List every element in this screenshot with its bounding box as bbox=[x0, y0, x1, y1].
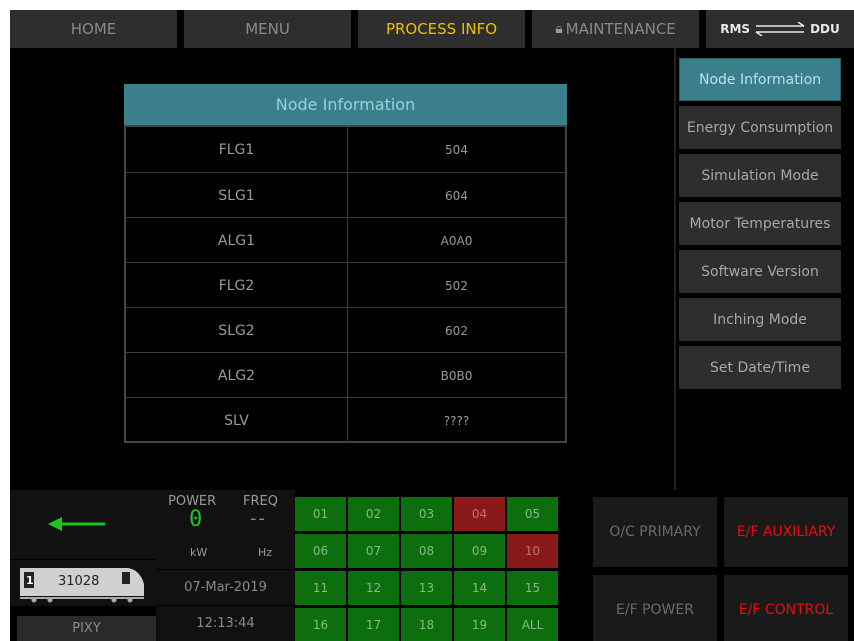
direction-panel bbox=[10, 490, 156, 559]
ddu-screen: HOME MENU PROCESS INFO 🔒︎ MAINTENANCE RM… bbox=[10, 10, 854, 641]
nav-process-info-label: PROCESS INFO bbox=[385, 20, 498, 38]
node-info-table: FLG1 504 SLG1 604 ALG1 A0A0 FLG2 502 SLG2 602 ALG2… bbox=[124, 125, 567, 443]
exchange-arrows-icon bbox=[755, 22, 805, 36]
node-name: FLG1 bbox=[126, 127, 348, 173]
freq-value: -- bbox=[250, 508, 267, 529]
side-menu-item-node-information[interactable]: Node Information bbox=[679, 58, 841, 101]
vehicle-cell-09[interactable]: 09 bbox=[454, 534, 505, 568]
date-value: 07-Mar-2019 bbox=[184, 580, 267, 595]
node-value: B0B0 bbox=[440, 368, 473, 383]
table-row: SLG1 604 bbox=[126, 172, 565, 218]
vehicle-cell-15[interactable]: 15 bbox=[507, 571, 558, 605]
freq-unit: Hz bbox=[258, 546, 273, 559]
time-value: 12:13:44 bbox=[196, 616, 255, 631]
nav-menu-button[interactable]: MENU bbox=[184, 10, 351, 48]
pixy-label: PIXY bbox=[72, 621, 101, 636]
arrow-left-icon bbox=[48, 517, 105, 531]
vehicle-cell-03[interactable]: 03 bbox=[401, 497, 452, 531]
table-row: ALG1 A0A0 bbox=[126, 217, 565, 263]
vehicle-cell-16[interactable]: 16 bbox=[295, 608, 346, 641]
vehicle-cell-11[interactable]: 11 bbox=[295, 571, 346, 605]
table-row: SLG2 602 bbox=[126, 307, 565, 353]
node-name: SLG1 bbox=[126, 173, 348, 218]
vehicle-cell-13[interactable]: 13 bbox=[401, 571, 452, 605]
table-row: FLG1 504 bbox=[126, 127, 565, 173]
vehicle-cell-18[interactable]: 18 bbox=[401, 608, 452, 641]
ef-control-status: E/F CONTROL bbox=[724, 575, 848, 641]
vehicle-cell-01[interactable]: 01 bbox=[295, 497, 346, 531]
vehicle-cell-12[interactable]: 12 bbox=[348, 571, 399, 605]
vehicle-cell-17[interactable]: 17 bbox=[348, 608, 399, 641]
vehicle-cell-14[interactable]: 14 bbox=[454, 571, 505, 605]
vehicle-grid: 01 02 03 04 05 06 07 08 09 10 11 12 13 14 15 16 17 18 19 AL… bbox=[295, 497, 560, 641]
nav-menu-label: MENU bbox=[245, 20, 290, 38]
vehicle-cell-06[interactable]: 06 bbox=[295, 534, 346, 568]
node-name: ALG2 bbox=[126, 353, 348, 398]
nav-home-label: HOME bbox=[70, 20, 117, 38]
vehicle-cell-08[interactable]: 08 bbox=[401, 534, 452, 568]
ddu-label: DDU bbox=[810, 22, 840, 36]
node-value: 502 bbox=[445, 278, 468, 293]
ef-power-status: E/F POWER bbox=[593, 575, 717, 641]
freq-label: FREQ bbox=[243, 494, 278, 509]
node-table-title: Node Information bbox=[124, 84, 567, 125]
side-menu-item-software-version[interactable]: Software Version bbox=[679, 250, 841, 293]
vehicle-cell-19[interactable]: 19 bbox=[454, 608, 505, 641]
node-value: A0A0 bbox=[440, 233, 473, 248]
side-divider bbox=[674, 48, 676, 490]
power-unit: kW bbox=[190, 546, 208, 559]
lock-icon: 🔒︎ bbox=[555, 21, 563, 37]
side-menu-item-motor-temperatures[interactable]: Motor Temperatures bbox=[679, 202, 841, 245]
power-value: 0 bbox=[189, 507, 203, 532]
nav-maintenance-label: MAINTENANCE bbox=[565, 20, 676, 38]
nav-home-button[interactable]: HOME bbox=[10, 10, 177, 48]
oc-primary-status: O/C PRIMARY bbox=[593, 497, 717, 567]
node-name: ALG1 bbox=[126, 218, 348, 263]
table-row: FLG2 502 bbox=[126, 262, 565, 308]
date-panel: 07-Mar-2019 bbox=[156, 570, 295, 605]
ef-auxiliary-status: E/F AUXILIARY bbox=[724, 497, 848, 567]
vehicle-cell-all[interactable]: ALL bbox=[507, 608, 558, 641]
side-menu-item-set-date-time[interactable]: Set Date/Time bbox=[679, 346, 841, 389]
side-menu-item-simulation-mode[interactable]: Simulation Mode bbox=[679, 154, 841, 197]
cab-number: 1 bbox=[26, 574, 34, 587]
node-value: 602 bbox=[445, 323, 468, 338]
vehicle-cell-04[interactable]: 04 bbox=[454, 497, 505, 531]
nav-maintenance-button[interactable]: 🔒︎ MAINTENANCE bbox=[532, 10, 699, 48]
node-name: FLG2 bbox=[126, 263, 348, 308]
vehicle-cell-07[interactable]: 07 bbox=[348, 534, 399, 568]
vehicle-cell-10[interactable]: 10 bbox=[507, 534, 558, 568]
nav-process-info-button[interactable]: PROCESS INFO bbox=[358, 10, 525, 48]
nav-rms-ddu-button[interactable]: RMS DDU bbox=[706, 10, 854, 48]
node-name: SLG2 bbox=[126, 308, 348, 353]
rms-label: RMS bbox=[720, 22, 751, 36]
node-value: 604 bbox=[445, 188, 468, 203]
table-row: SLV???? bbox=[126, 397, 565, 443]
power-freq-panel: POWER FREQ 0 -- kW Hz bbox=[156, 490, 295, 569]
node-name: SLV bbox=[126, 398, 348, 443]
loco-number: 31028 bbox=[58, 574, 100, 589]
time-panel: 12:13:44 bbox=[156, 606, 295, 641]
side-menu-item-energy-consumption[interactable]: Energy Consumption bbox=[679, 106, 841, 149]
vehicle-cell-02[interactable]: 02 bbox=[348, 497, 399, 531]
locomotive-panel: 1 31028 bbox=[10, 560, 156, 606]
node-value: 504 bbox=[445, 143, 468, 157]
side-menu-item-inching-mode[interactable]: Inching Mode bbox=[679, 298, 841, 341]
node-value: ???? bbox=[443, 413, 470, 428]
pixy-button[interactable]: PIXY bbox=[17, 616, 156, 641]
table-row: ALG2 B0B0 bbox=[126, 352, 565, 398]
vehicle-cell-05[interactable]: 05 bbox=[507, 497, 558, 531]
bottom-status-bar: 1 31028 PIXY POWER FREQ 0 -- kW Hz 07-Ma… bbox=[10, 490, 854, 641]
